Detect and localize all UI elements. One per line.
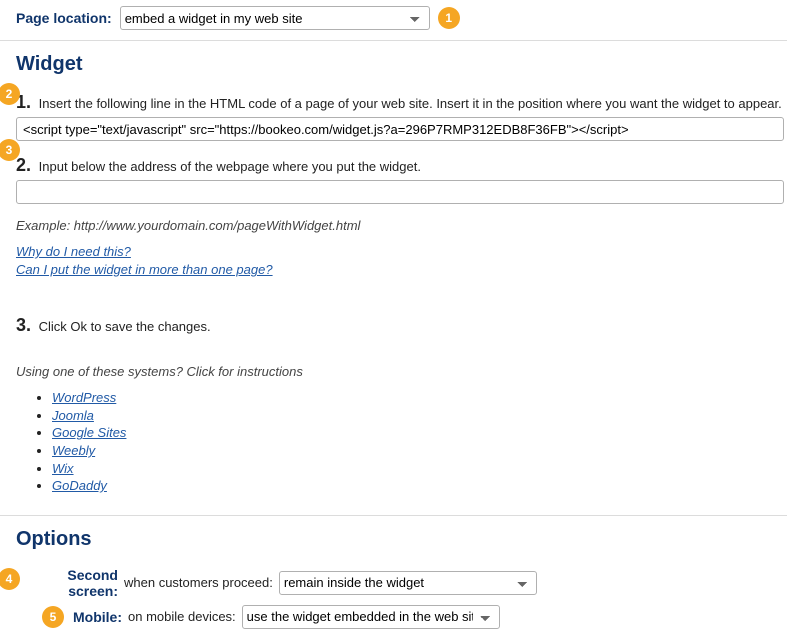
widget-section: Widget 2 3 1. Insert the following line …: [0, 53, 787, 495]
step-3: 3. Click Ok to save the changes.: [16, 315, 787, 336]
step-2-number: 2.: [16, 155, 31, 175]
mobile-sub: on mobile devices:: [128, 609, 236, 624]
step-2-text: Input below the address of the webpage w…: [39, 159, 421, 174]
system-link-wordpress[interactable]: WordPress: [52, 390, 116, 405]
annotation-badge-4: 4: [0, 568, 20, 590]
second-screen-select[interactable]: remain inside the widget: [279, 571, 537, 595]
annotation-badge-5: 5: [42, 606, 64, 628]
list-item: Google Sites: [52, 424, 787, 442]
step-3-number: 3.: [16, 315, 31, 335]
annotation-badge-1: 1: [438, 7, 460, 29]
example-text: Example: http://www.yourdomain.com/pageW…: [16, 218, 787, 233]
system-link-google-sites[interactable]: Google Sites: [52, 425, 126, 440]
systems-hint: Using one of these systems? Click for in…: [16, 364, 787, 379]
link-why-need[interactable]: Why do I need this?: [16, 244, 131, 259]
system-link-godaddy[interactable]: GoDaddy: [52, 478, 107, 493]
second-screen-sub: when customers proceed:: [124, 575, 273, 590]
step-1-text: Insert the following line in the HTML co…: [39, 96, 782, 111]
link-multiple-pages[interactable]: Can I put the widget in more than one pa…: [16, 262, 273, 277]
topbar: Page location: embed a widget in my web …: [0, 0, 787, 41]
widget-title: Widget: [16, 53, 787, 76]
options-title: Options: [16, 528, 787, 551]
system-link-weebly[interactable]: Weebly: [52, 443, 95, 458]
script-input[interactable]: [16, 117, 784, 141]
system-link-wix[interactable]: Wix: [52, 461, 74, 476]
step-3-text: Click Ok to save the changes.: [39, 319, 211, 334]
divider: [0, 515, 787, 516]
list-item: Weebly: [52, 442, 787, 460]
page-location-select[interactable]: embed a widget in my web site: [120, 6, 430, 30]
list-item: Wix: [52, 460, 787, 478]
list-item: WordPress: [52, 389, 787, 407]
step-2: 2. Input below the address of the webpag…: [16, 155, 787, 204]
mobile-label: Mobile:: [72, 609, 122, 625]
list-item: Joomla: [52, 407, 787, 425]
page-location-label: Page location:: [16, 10, 112, 26]
systems-list: WordPress Joomla Google Sites Weebly Wix…: [52, 389, 787, 494]
step-1: 1. Insert the following line in the HTML…: [16, 92, 787, 141]
options-section: Options 4 Second screen: when customers …: [0, 528, 787, 629]
mobile-row: 5 Mobile: on mobile devices: use the wid…: [42, 605, 787, 629]
help-links: Why do I need this? Can I put the widget…: [16, 243, 787, 279]
system-link-joomla[interactable]: Joomla: [52, 408, 94, 423]
mobile-select[interactable]: use the widget embedded in the web site: [242, 605, 500, 629]
list-item: GoDaddy: [52, 477, 787, 495]
address-input[interactable]: [16, 180, 784, 204]
